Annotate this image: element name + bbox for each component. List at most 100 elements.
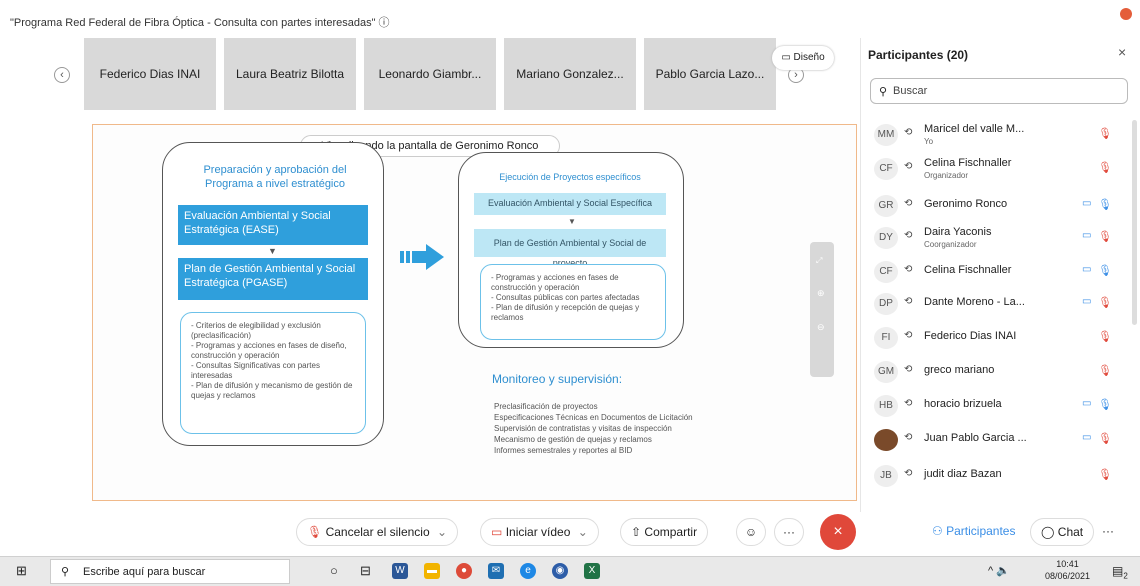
participant-search-input[interactable]: ⚲ Buscar: [870, 78, 1128, 104]
share-button[interactable]: ⇧ Compartir: [620, 518, 709, 546]
file-explorer-icon[interactable]: ▬: [424, 563, 440, 579]
unmute-button[interactable]: 🎙 Cancelar el silencio ⌄: [296, 518, 459, 546]
avatar: JB: [874, 465, 898, 487]
mic-muted-icon[interactable]: 🎙: [1098, 161, 1112, 174]
windows-start-icon[interactable]: ⊞: [16, 561, 27, 581]
video-strip: Federico Dias INAI Laura Beatriz Bilotta…: [48, 38, 804, 110]
task-view-icon[interactable]: ⊟: [360, 561, 371, 581]
avatar: FI: [874, 327, 898, 349]
avatar: GM: [874, 361, 898, 383]
record-indicator-icon: [1120, 8, 1132, 20]
title-bar: "Programa Red Federal de Fibra Óptica - …: [0, 8, 1140, 32]
zoom-out-icon[interactable]: ⊖: [817, 322, 825, 333]
reactions-button[interactable]: ☺: [736, 518, 766, 546]
participant-name: Dante Moreno - La...: [924, 296, 1025, 308]
video-off-icon: ▭: [491, 525, 503, 539]
camera-on-icon: ▭: [1082, 264, 1092, 275]
layout-button[interactable]: ▭ Diseño: [772, 46, 834, 70]
zoom-app-icon[interactable]: ◉: [552, 563, 568, 579]
mic-muted-icon[interactable]: 🎙: [1098, 230, 1112, 243]
mic-muted-icon[interactable]: 🎙: [1098, 364, 1112, 377]
video-tile[interactable]: Laura Beatriz Bilotta: [224, 38, 356, 110]
chevron-down-icon[interactable]: ⌄: [578, 525, 588, 539]
mic-muted-icon[interactable]: 🎙: [1098, 432, 1112, 445]
participant-name: Celina Fischnaller: [924, 264, 1012, 276]
search-icon: ⚲: [879, 86, 888, 98]
chevron-down-icon[interactable]: ⌄: [437, 525, 447, 539]
chrome-icon[interactable]: ●: [456, 563, 472, 579]
video-tile[interactable]: Federico Dias INAI: [84, 38, 216, 110]
panel-scrollbar[interactable]: [1132, 120, 1137, 325]
participant-row[interactable]: JB ⟲ judit diaz Bazan 🎙: [870, 458, 1122, 492]
mic-muted-icon[interactable]: 🎙: [1098, 127, 1112, 140]
mic-muted-icon[interactable]: 🎙: [1098, 330, 1112, 343]
project-list: - Programas y acciones en fases de const…: [480, 264, 666, 340]
avatar: [874, 429, 898, 451]
participant-row[interactable]: MM ⟲ Maricel del valle M... Yo 🎙: [870, 117, 1122, 151]
system-tray-icons[interactable]: ^ 🔈: [988, 561, 1010, 581]
meeting-window: "Programa Red Federal de Fibra Óptica - …: [0, 0, 1140, 586]
camera-on-icon: ▭: [1082, 398, 1092, 409]
participant-row[interactable]: HB ⟲ horacio brizuela ▭ 🎙: [870, 388, 1122, 422]
participant-row[interactable]: CF ⟲ Celina Fischnaller ▭ 🎙: [870, 254, 1122, 288]
more-button[interactable]: ···: [774, 518, 804, 546]
unmute-label: Cancelar el silencio: [325, 525, 430, 539]
speaker-icon: ⟲: [904, 330, 913, 341]
project-heading: Ejecución de Proyectos específicos: [499, 172, 641, 182]
camera-on-icon: ▭: [1082, 198, 1092, 209]
participant-name: judit diaz Bazan: [924, 468, 1002, 480]
zoom-in-icon[interactable]: ⊕: [817, 288, 825, 299]
zoom-controls[interactable]: ⤢ ⊕ ⊖: [810, 242, 834, 377]
mic-muted-icon[interactable]: 🎙: [1098, 296, 1112, 309]
mic-on-icon[interactable]: 🎙: [1098, 398, 1112, 411]
participant-row[interactable]: ⟲ Juan Pablo Garcia ... ▭ 🎙: [870, 422, 1122, 456]
participant-row[interactable]: FI ⟲ Federico Dias INAI 🎙: [870, 320, 1122, 354]
chat-label: Chat: [1057, 525, 1084, 539]
word-icon[interactable]: W: [392, 563, 408, 579]
emoji-icon: ☺: [744, 525, 758, 539]
taskbar-search-input[interactable]: ⚲ Escribe aquí para buscar: [50, 559, 290, 584]
pgap-box: Plan de Gestión Ambiental y Social de pr…: [474, 229, 666, 268]
video-tile[interactable]: Mariano Gonzalez...: [504, 38, 636, 110]
participants-label: Participantes: [946, 524, 1016, 538]
start-video-button[interactable]: ▭ Iniciar vídeo ⌄: [480, 518, 599, 546]
mic-muted-icon[interactable]: 🎙: [1098, 468, 1112, 481]
mail-icon[interactable]: ✉: [488, 563, 504, 579]
participants-button[interactable]: ⚇ Participantes: [922, 518, 1026, 546]
speaker-icon: ⟲: [904, 468, 913, 479]
clock[interactable]: 10:41 08/06/2021: [1045, 558, 1090, 582]
camera-on-icon: ▭: [1082, 296, 1092, 307]
participant-row[interactable]: CF ⟲ Celina Fischnaller Organizador 🎙: [870, 151, 1122, 185]
close-panel-button[interactable]: ×: [1118, 44, 1126, 60]
mic-on-icon[interactable]: 🎙: [1098, 264, 1112, 277]
video-tile[interactable]: Leonardo Giambr...: [364, 38, 496, 110]
speaker-icon: ⟲: [904, 127, 913, 138]
participant-row[interactable]: GM ⟲ greco mariano 🎙: [870, 354, 1122, 388]
avatar: DY: [874, 227, 898, 249]
participant-row[interactable]: DY ⟲ Daira Yaconis Coorganizador ▭ 🎙: [870, 220, 1122, 254]
cortana-icon[interactable]: ○: [330, 561, 338, 581]
speaker-icon: ⟲: [904, 264, 913, 275]
participant-role: Yo: [924, 137, 934, 146]
share-icon: ⇧: [631, 525, 642, 539]
expand-icon[interactable]: ⤢: [816, 256, 822, 266]
participant-row[interactable]: DP ⟲ Dante Moreno - La... ▭ 🎙: [870, 286, 1122, 320]
monitor-heading: Monitoreo y supervisión:: [492, 372, 623, 386]
participant-role: Organizador: [924, 171, 969, 180]
mic-on-icon[interactable]: 🎙: [1098, 198, 1112, 211]
participant-row[interactable]: GR ⟲ Geronimo Ronco ▭ 🎙: [870, 188, 1122, 222]
flow-arrow-icon: [400, 244, 444, 270]
avatar: MM: [874, 124, 898, 146]
excel-icon[interactable]: X: [584, 563, 600, 579]
speaker-icon: ⟲: [904, 364, 913, 375]
participant-name: greco mariano: [924, 364, 995, 376]
panel-more-button[interactable]: ···: [1098, 518, 1118, 546]
leave-meeting-button[interactable]: ×: [820, 514, 856, 550]
chat-button[interactable]: ◯ Chat: [1030, 518, 1095, 546]
speaker-icon: ⟲: [904, 161, 913, 172]
video-tile[interactable]: Pablo Garcia Lazo...: [644, 38, 776, 110]
speaker-icon: ⟲: [904, 398, 913, 409]
participant-name: Juan Pablo Garcia ...: [924, 432, 1027, 444]
edge-icon[interactable]: e: [520, 563, 536, 579]
notifications-icon[interactable]: ▤2: [1112, 561, 1128, 586]
